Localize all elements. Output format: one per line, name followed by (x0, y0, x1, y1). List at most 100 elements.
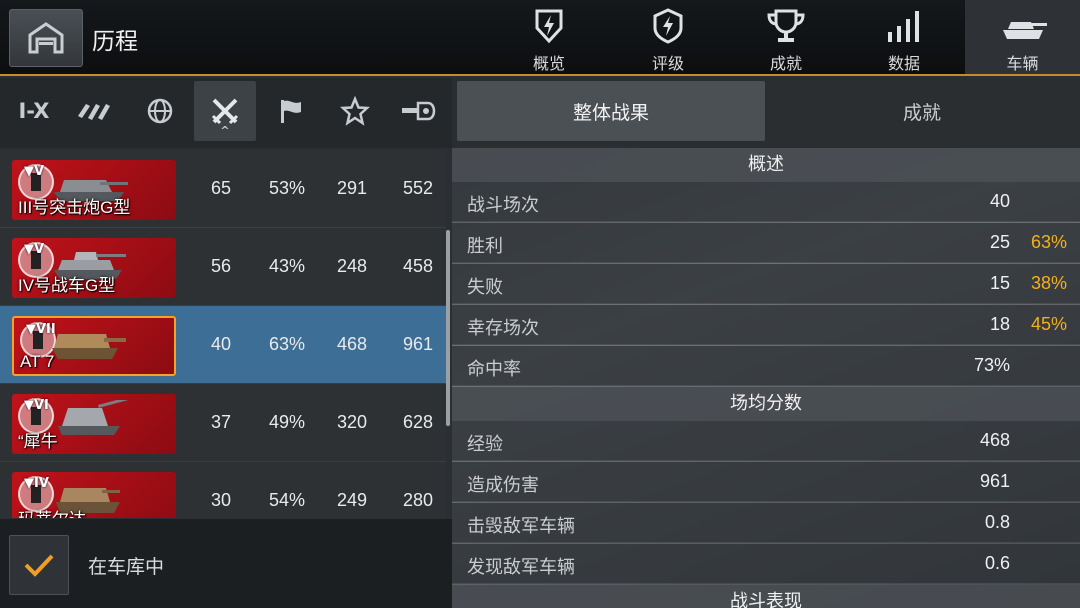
tank-row[interactable]: ▼V III号突击炮G型 65 53% 291 552 (0, 150, 446, 228)
tank-row[interactable]: ▼V IV号战车G型 56 43% 248 458 (0, 228, 446, 306)
tank-tier: ▼V (24, 164, 45, 179)
tank-battles: 65 (210, 178, 232, 198)
tank-winrate: 53% (268, 178, 306, 198)
shield-bolt-icon (535, 9, 563, 44)
filter-tier[interactable]: I-X (3, 81, 65, 141)
tank-image-icon (52, 334, 126, 359)
stat-row-survived: 幸存场次 18 45% (452, 305, 1080, 345)
tank-damage: 552 (402, 178, 434, 198)
stat-percent: 63% (1030, 232, 1067, 252)
stat-row-hit-rate: 命中率 73% (452, 346, 1080, 386)
tank-battles: 56 (210, 256, 232, 276)
vehicle-class-icon (78, 104, 110, 120)
tab-overview[interactable]: 概览 (491, 0, 607, 74)
stat-label: 击毁敌军车辆 (467, 516, 575, 537)
stat-percent: 45% (1030, 314, 1067, 334)
stat-value: 25 (989, 232, 1010, 252)
crossed-swords-icon (211, 98, 239, 125)
tab-achievements-label: 成就 (769, 54, 802, 73)
flag-icon (281, 100, 301, 123)
tank-row[interactable]: ▼IV 玛蒂尔达 30 54% 249 280 (0, 462, 446, 518)
tab-vehicles[interactable]: 车辆 (965, 0, 1080, 74)
filter-gun[interactable] (387, 81, 449, 141)
star-icon (340, 96, 370, 126)
tank-card: ▼V III号突击炮G型 (12, 160, 176, 220)
stat-label: 经验 (467, 434, 503, 455)
tank-damage: 628 (402, 412, 434, 432)
tank-damage: 458 (402, 256, 434, 276)
tank-card: ▼IV 玛蒂尔达 (12, 472, 176, 518)
filter-battles[interactable]: ^ (194, 81, 256, 141)
bar-stats-icon (888, 11, 919, 42)
tab-stats[interactable]: 数据 (846, 0, 962, 74)
tank-damage: 280 (402, 490, 434, 510)
tank-tier: ▼V (24, 242, 45, 257)
tank-name: III号突击炮G型 (18, 198, 131, 217)
rating-shield-icon (653, 8, 683, 44)
stat-row-battles: 战斗场次 40 (452, 182, 1080, 222)
stat-value: 961 (979, 471, 1010, 491)
tank-card: ▼V IV号战车G型 (12, 238, 176, 298)
tab-overview-label: 概览 (532, 54, 565, 73)
section-performance-title: 战斗表现 (452, 585, 1080, 608)
stat-value: 18 (989, 314, 1010, 334)
stat-row-destroyed: 击毁敌军车辆 0.8 (452, 503, 1080, 543)
filter-vehicle-class[interactable] (65, 81, 127, 141)
top-bar: 历程 概览 评级 成就 数据 车辆 (0, 0, 1080, 76)
sort-caret: ^ (220, 124, 230, 137)
stat-label: 胜利 (467, 236, 503, 257)
filter-star[interactable] (324, 81, 386, 141)
page-title: 历程 (92, 29, 138, 55)
tank-xp: 248 (336, 256, 368, 276)
stat-row-victories: 胜利 25 63% (452, 223, 1080, 263)
stat-row-damage: 造成伤害 961 (452, 462, 1080, 502)
stat-percent: 38% (1030, 273, 1067, 293)
tab-achievements[interactable]: 成就 (728, 0, 844, 74)
tank-name: “犀牛 (18, 432, 58, 451)
tank-name: AT 7 (20, 352, 55, 371)
tank-xp: 468 (336, 334, 368, 354)
tank-xp: 291 (336, 178, 368, 198)
filter-flag[interactable] (260, 81, 322, 141)
tab-overall-results[interactable]: 整体战果 (457, 81, 765, 141)
tank-winrate: 63% (268, 334, 306, 354)
tab-vehicle-achievements[interactable]: 成就 (768, 81, 1076, 141)
tank-icon (1002, 22, 1047, 39)
tank-battles: 37 (210, 412, 232, 432)
tank-row-selected[interactable]: ▼VII AT 7 40 63% 468 961 (0, 306, 446, 384)
tank-row[interactable]: ▼VI “犀牛 37 49% 320 628 (0, 384, 446, 462)
bottom-bar: 在车库中 (0, 519, 452, 608)
stat-value: 468 (979, 430, 1010, 450)
tab-vehicle-achievements-label: 成就 (902, 101, 941, 124)
tab-stats-label: 数据 (887, 54, 920, 73)
tank-card: ▼VII AT 7 (12, 316, 176, 376)
stat-value: 0.8 (984, 512, 1010, 532)
globe-icon (147, 98, 173, 124)
stat-row-defeats: 失败 15 38% (452, 264, 1080, 304)
tank-name: 玛蒂尔达 (18, 505, 86, 518)
stat-row-spotted: 发现敌军车辆 0.6 (452, 544, 1080, 584)
trophy-icon (767, 9, 805, 42)
tank-image-icon (58, 400, 128, 435)
stat-label: 幸存场次 (467, 318, 539, 339)
filter-nation[interactable] (129, 81, 191, 141)
stat-label: 造成伤害 (467, 475, 539, 496)
tank-list-scrollbar[interactable] (446, 230, 450, 426)
in-garage-checkbox[interactable] (9, 535, 69, 595)
section-overview-title: 概述 (452, 148, 1080, 182)
garage-home-button[interactable] (9, 9, 83, 67)
stats-panel: 整体战果 成就 概述 战斗场次 40 胜利 25 63% 失败 15 38% 幸… (452, 78, 1080, 608)
stat-label: 失败 (467, 277, 503, 298)
stat-row-experience: 经验 468 (452, 421, 1080, 461)
tank-winrate: 54% (268, 490, 306, 510)
tab-rating[interactable]: 评级 (610, 0, 726, 74)
tank-tier: ▼VI (24, 398, 49, 413)
tank-battles: 30 (210, 490, 232, 510)
stat-value: 73% (973, 355, 1010, 375)
stats-tabs: 整体战果 成就 (452, 78, 1080, 148)
tank-winrate: 43% (268, 256, 306, 276)
section-average-title: 场均分数 (452, 387, 1080, 421)
tank-damage: 961 (402, 334, 434, 354)
checkmark-icon (24, 554, 54, 577)
tank-battles: 40 (210, 334, 232, 354)
